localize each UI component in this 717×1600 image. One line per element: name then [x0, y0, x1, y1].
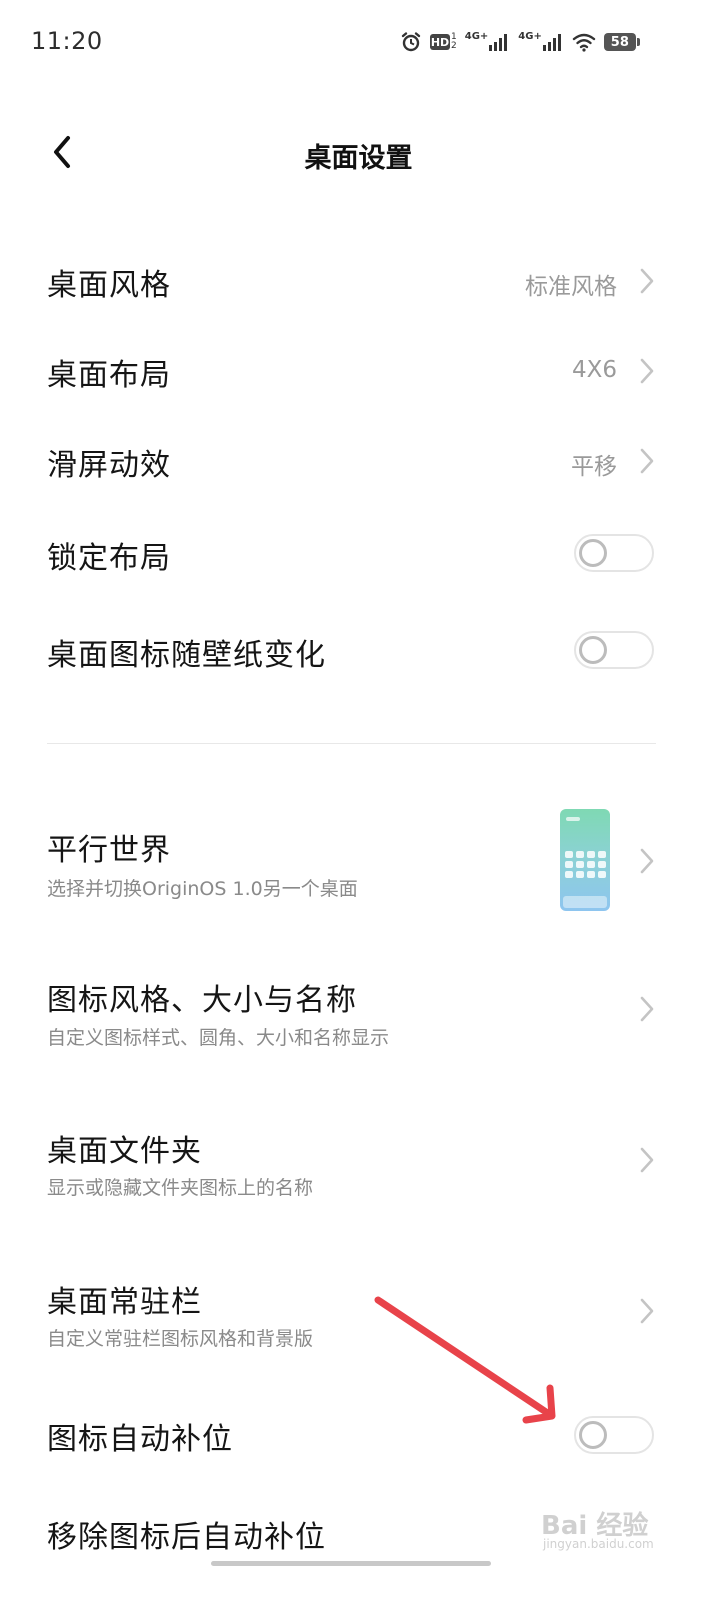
setting-label: 移除图标后自动补位	[47, 1520, 326, 1555]
network-type-label: 4G+	[464, 30, 489, 42]
chevron-right-icon	[640, 1147, 654, 1173]
setting-subtitle: 自定义常驻栏图标风格和背景版	[47, 1328, 314, 1350]
setting-label: 图标自动补位	[47, 1422, 233, 1457]
setting-label: 桌面常驻栏	[47, 1285, 202, 1320]
chevron-right-icon	[640, 1298, 654, 1324]
hd-sup-bottom: 2	[451, 41, 457, 51]
alarm-icon	[400, 31, 422, 53]
chevron-right-icon	[640, 848, 654, 874]
setting-label: 图标风格、大小与名称	[47, 983, 357, 1018]
setting-label: 桌面风格	[47, 268, 171, 303]
setting-value: 标准风格	[525, 274, 617, 300]
hd-icon: HD 1 2	[430, 33, 457, 51]
status-time: 11:20	[31, 27, 103, 55]
page-title: 桌面设置	[304, 143, 413, 174]
watermark-sub: jingyan.baidu.com	[543, 1537, 654, 1551]
setting-label: 桌面布局	[47, 358, 171, 393]
setting-label: 桌面图标随壁纸变化	[47, 638, 326, 673]
setting-value: 4X6	[571, 357, 617, 383]
signal-icon: 4G+	[518, 30, 564, 52]
wifi-icon	[572, 32, 596, 52]
signal-icon: 4G+	[464, 30, 511, 52]
status-bar: 11:20 HD 1 2 4G+ 4G+ 58	[0, 0, 717, 84]
annotation-arrow-icon	[374, 1296, 556, 1424]
setting-desktop-layout[interactable]: 桌面布局 4X6	[0, 340, 717, 402]
setting-desktop-folder[interactable]: 桌面文件夹 显示或隐藏文件夹图标上的名称	[0, 1121, 717, 1211]
watermark-logo: Bai 经验 jingyan.baidu.com	[537, 1497, 667, 1557]
setting-subtitle: 显示或隐藏文件夹图标上的名称	[47, 1177, 314, 1199]
chevron-right-icon	[640, 358, 654, 384]
network-type-label: 4G+	[518, 30, 542, 42]
setting-value: 平移	[571, 454, 617, 480]
setting-dock-bar[interactable]: 桌面常驻栏 自定义常驻栏图标风格和背景版	[0, 1272, 717, 1362]
home-indicator[interactable]	[211, 1561, 491, 1566]
chevron-right-icon	[640, 268, 654, 294]
section-divider	[47, 743, 656, 744]
setting-icon-style[interactable]: 图标风格、大小与名称 自定义图标样式、圆角、大小和名称显示	[0, 970, 717, 1060]
hd-badge: HD	[430, 34, 450, 50]
chevron-right-icon	[640, 996, 654, 1022]
setting-label: 平行世界	[47, 833, 171, 868]
toggle-knob	[579, 1421, 607, 1449]
setting-scroll-effect[interactable]: 滑屏动效 平移	[0, 430, 717, 492]
setting-label: 桌面文件夹	[47, 1134, 202, 1169]
setting-subtitle: 自定义图标样式、圆角、大小和名称显示	[47, 1027, 390, 1049]
toggle-knob	[579, 539, 607, 567]
setting-desktop-style[interactable]: 桌面风格 标准风格	[0, 250, 717, 312]
setting-subtitle: 选择并切换OriginOS 1.0另一个桌面	[47, 878, 358, 900]
setting-lock-layout: 锁定布局	[0, 523, 717, 585]
desktop-preview-thumbnail	[560, 809, 610, 911]
icons-follow-wallpaper-toggle[interactable]	[574, 631, 654, 669]
setting-label: 锁定布局	[47, 541, 171, 576]
toggle-knob	[579, 636, 607, 664]
lock-layout-toggle[interactable]	[574, 534, 654, 572]
setting-icons-follow-wallpaper: 桌面图标随壁纸变化	[0, 620, 717, 682]
setting-label: 滑屏动效	[47, 448, 171, 483]
auto-fill-toggle[interactable]	[574, 1416, 654, 1454]
battery-icon: 58	[603, 33, 640, 51]
chevron-right-icon	[640, 448, 654, 474]
setting-auto-fill: 图标自动补位	[0, 1404, 717, 1466]
status-icons: HD 1 2 4G+ 4G+ 58	[400, 28, 640, 56]
header: 桌面设置	[0, 110, 717, 200]
